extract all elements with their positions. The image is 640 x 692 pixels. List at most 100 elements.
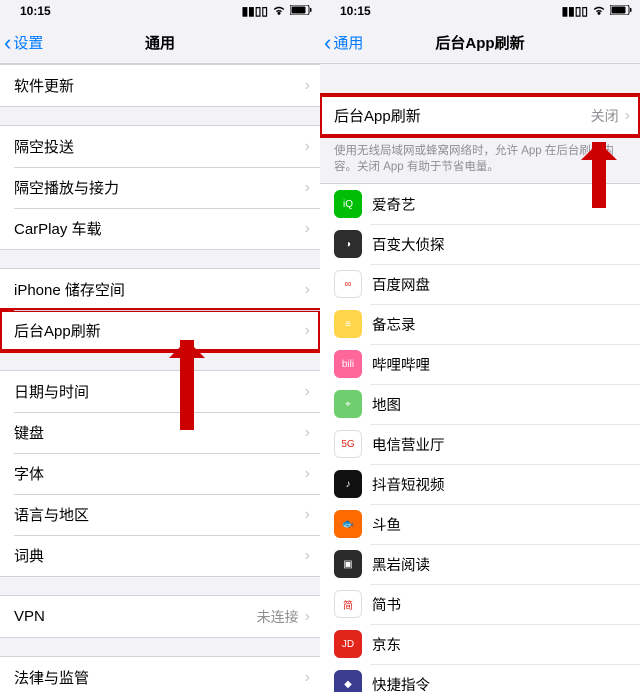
row-label: 软件更新 bbox=[14, 75, 305, 96]
row-label: 隔空投送 bbox=[14, 136, 305, 157]
settings-row[interactable]: CarPlay 车载› bbox=[0, 208, 320, 249]
status-icons: ▮▮▯▯ bbox=[242, 4, 312, 18]
settings-row[interactable]: 语言与地区› bbox=[0, 494, 320, 535]
settings-row[interactable]: 词典› bbox=[0, 535, 320, 576]
settings-row[interactable]: 后台App刷新› bbox=[0, 310, 320, 351]
app-name: 地图 bbox=[372, 394, 640, 415]
wifi-icon bbox=[272, 4, 286, 18]
chevron-right-icon: › bbox=[305, 179, 310, 197]
app-icon: JD bbox=[334, 630, 362, 658]
row-label: VPN bbox=[14, 608, 257, 625]
settings-row[interactable]: 隔空播放与接力› bbox=[0, 167, 320, 208]
status-bar: 10:15 ▮▮▯▯ bbox=[320, 0, 640, 22]
app-icon: ≡ bbox=[334, 310, 362, 338]
app-icon: 5G bbox=[334, 430, 362, 458]
row-label: 法律与监管 bbox=[14, 667, 305, 688]
row-value: 关闭 bbox=[591, 106, 619, 126]
app-row[interactable]: ▣黑岩阅读 bbox=[320, 544, 640, 584]
app-name: 抖音短视频 bbox=[372, 474, 640, 495]
app-icon: ◑ bbox=[334, 230, 362, 258]
row-label: 隔空播放与接力 bbox=[14, 177, 305, 198]
battery-icon bbox=[610, 4, 632, 18]
app-icon: 🐟 bbox=[334, 510, 362, 538]
status-bar: 10:15 ▮▮▯▯ bbox=[0, 0, 320, 22]
page-title: 通用 bbox=[0, 32, 320, 53]
row-label: 日期与时间 bbox=[14, 381, 305, 402]
app-row[interactable]: 5G 电信营业厅 bbox=[320, 424, 640, 464]
status-icons: ▮▮▯▯ bbox=[562, 4, 632, 18]
app-icon: 简 bbox=[334, 590, 362, 618]
row-value: 未连接 bbox=[257, 607, 299, 627]
chevron-right-icon: › bbox=[305, 506, 310, 524]
app-row[interactable]: 简简书 bbox=[320, 584, 640, 624]
chevron-right-icon: › bbox=[305, 77, 310, 95]
row-label: 语言与地区 bbox=[14, 504, 305, 525]
row-label: 后台App刷新 bbox=[14, 320, 305, 341]
app-row[interactable]: ⌖ 地图 bbox=[320, 384, 640, 424]
settings-row[interactable]: 法律与监管› bbox=[0, 657, 320, 692]
app-row[interactable]: bili 哔哩哔哩 bbox=[320, 344, 640, 384]
chevron-right-icon: › bbox=[305, 281, 310, 299]
settings-row[interactable]: iPhone 储存空间› bbox=[0, 269, 320, 310]
row-label: 字体 bbox=[14, 463, 305, 484]
app-row[interactable]: 🐟 斗鱼 bbox=[320, 504, 640, 544]
app-icon: ⌖ bbox=[334, 390, 362, 418]
settings-row[interactable]: 字体› bbox=[0, 453, 320, 494]
app-icon: bili bbox=[334, 350, 362, 378]
back-button[interactable]: ‹ 通用 bbox=[320, 32, 363, 54]
app-name: 百变大侦探 bbox=[372, 234, 640, 255]
nav-bar: ‹ 通用 后台App刷新 bbox=[320, 22, 640, 64]
app-name: 电信营业厅 bbox=[372, 434, 640, 455]
status-time: 10:15 bbox=[340, 4, 371, 18]
app-icon: ♪ bbox=[334, 470, 362, 498]
chevron-left-icon: ‹ bbox=[4, 32, 11, 54]
settings-row[interactable]: 键盘› bbox=[0, 412, 320, 453]
app-name: 哔哩哔哩 bbox=[372, 354, 640, 375]
wifi-icon bbox=[592, 4, 606, 18]
page-title: 后台App刷新 bbox=[320, 32, 640, 53]
chevron-right-icon: › bbox=[305, 465, 310, 483]
settings-row[interactable]: 隔空投送› bbox=[0, 126, 320, 167]
screen-right: 10:15 ▮▮▯▯ ‹ 通用 后台App刷新 后台App刷新 关闭 › 使用无… bbox=[320, 0, 640, 692]
chevron-right-icon: › bbox=[305, 424, 310, 442]
app-name: 斗鱼 bbox=[372, 514, 640, 535]
chevron-right-icon: › bbox=[305, 220, 310, 238]
back-label: 设置 bbox=[13, 32, 43, 53]
app-row[interactable]: ∞ 百度网盘 bbox=[320, 264, 640, 304]
app-row[interactable]: ◑ 百变大侦探 bbox=[320, 224, 640, 264]
arrow-annotation bbox=[592, 142, 606, 208]
app-row[interactable]: JD 京东 bbox=[320, 624, 640, 664]
app-name: 黑岩阅读 bbox=[372, 554, 640, 575]
app-name: 简书 bbox=[372, 594, 640, 615]
settings-row[interactable]: 日期与时间› bbox=[0, 371, 320, 412]
app-name: 京东 bbox=[372, 634, 640, 655]
app-row[interactable]: ◆ 快捷指令 bbox=[320, 664, 640, 692]
row-label: 后台App刷新 bbox=[334, 105, 591, 126]
status-time: 10:15 bbox=[20, 4, 51, 18]
settings-row[interactable]: VPN未连接 › bbox=[0, 596, 320, 637]
app-row[interactable]: ♪ 抖音短视频 bbox=[320, 464, 640, 504]
chevron-right-icon: › bbox=[305, 547, 310, 565]
chevron-right-icon: › bbox=[625, 107, 630, 125]
signal-icon: ▮▮▯▯ bbox=[562, 4, 588, 18]
row-label: CarPlay 车载 bbox=[14, 218, 305, 239]
app-row[interactable]: ≡ 备忘录 bbox=[320, 304, 640, 344]
arrow-annotation bbox=[180, 340, 194, 430]
chevron-right-icon: › bbox=[305, 383, 310, 401]
back-button[interactable]: ‹ 设置 bbox=[0, 32, 43, 54]
back-label: 通用 bbox=[333, 32, 363, 53]
row-label: iPhone 储存空间 bbox=[14, 279, 305, 300]
app-name: 备忘录 bbox=[372, 314, 640, 335]
app-name: 百度网盘 bbox=[372, 274, 640, 295]
app-icon: ◆ bbox=[334, 670, 362, 692]
chevron-right-icon: › bbox=[305, 608, 310, 626]
signal-icon: ▮▮▯▯ bbox=[242, 4, 268, 18]
app-icon: ∞ bbox=[334, 270, 362, 298]
row-label: 词典 bbox=[14, 545, 305, 566]
app-icon: iQ bbox=[334, 190, 362, 218]
screen-left: 10:15 ▮▮▯▯ ‹ 设置 通用 软件更新›隔空投送›隔空播放与接力›Car… bbox=[0, 0, 320, 692]
chevron-right-icon: › bbox=[305, 322, 310, 340]
app-list: iQ爱奇艺◑百变大侦探∞百度网盘≡备忘录bili哔哩哔哩⌖地图5G电信营业厅♪抖… bbox=[320, 183, 640, 692]
settings-row[interactable]: 软件更新› bbox=[0, 65, 320, 106]
app-name: 快捷指令 bbox=[372, 674, 640, 692]
